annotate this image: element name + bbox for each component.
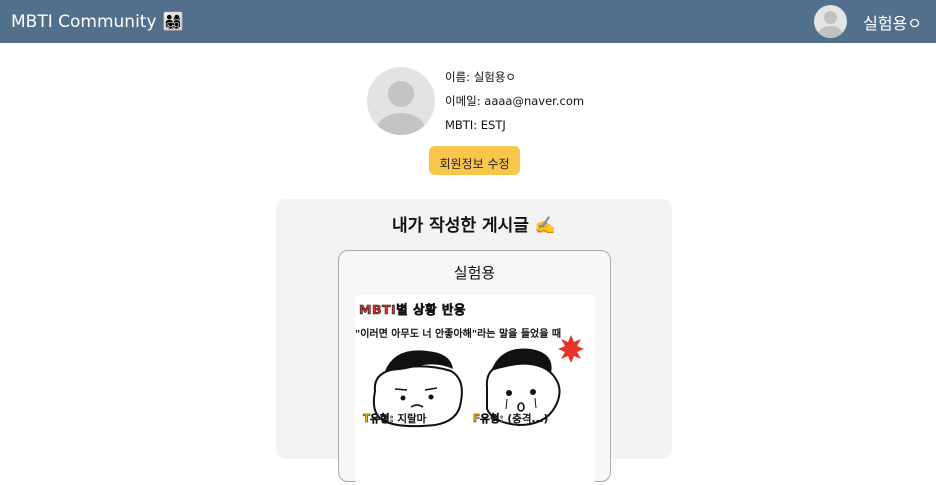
post-card[interactable]: 실험용 MBTI별 상황 반응 "이러면 아무도 너 안좋아해"라는 말을 들었…: [338, 250, 611, 485]
edit-profile-button[interactable]: 회원정보 수정: [429, 146, 520, 175]
user-menu[interactable]: 실험용ㅇ: [814, 5, 922, 38]
thumbnail-heading: MBTI별 상황 반응: [359, 302, 466, 318]
profile-mbti: MBTI: ESTJ: [445, 118, 506, 132]
post-thumbnail: MBTI별 상황 반응 "이러면 아무도 너 안좋아해"라는 말을 들었을 때: [355, 295, 595, 485]
thumbnail-caption-f: F유형: (충격...): [473, 411, 548, 426]
profile-avatar: [367, 67, 435, 135]
thumbnail-caption-t: T유형: 지랄마: [363, 411, 427, 426]
profile-section: 이름: 실험용ㅇ 이메일: aaaa@naver.com MBTI: ESTJ: [367, 67, 584, 141]
caption-t-tag: T유형:: [363, 413, 394, 426]
family-icon: 👨‍👩‍👧‍👦: [162, 11, 184, 32]
comic-faces-illustration: [372, 335, 584, 428]
my-posts-title: 내가 작성한 게시글 ✍️: [391, 216, 557, 236]
profile-name: 이름: 실험용ㅇ: [445, 70, 517, 84]
avatar: [814, 5, 848, 38]
my-posts-panel: 내가 작성한 게시글 ✍️ 실험용 MBTI별 상황 반응 "이러면 아무도 너…: [276, 199, 672, 485]
caption-f-tag: F유형:: [473, 413, 504, 426]
brand-link[interactable]: MBTI Community 👨‍👩‍👧‍👦: [11, 12, 184, 32]
user-name: 실험용ㅇ: [863, 13, 922, 33]
post-title: 실험용: [453, 264, 496, 282]
top-navbar: MBTI Community 👨‍👩‍👧‍👦 실험용ㅇ: [0, 0, 936, 43]
brand-title: MBTI Community: [11, 11, 157, 32]
profile-info: 이름: 실험용ㅇ 이메일: aaaa@naver.com MBTI: ESTJ: [445, 69, 584, 141]
profile-email: 이메일: aaaa@naver.com: [445, 94, 585, 108]
caption-f-text: (충격...): [503, 413, 549, 425]
caption-t-text: 지랄마: [393, 413, 427, 425]
